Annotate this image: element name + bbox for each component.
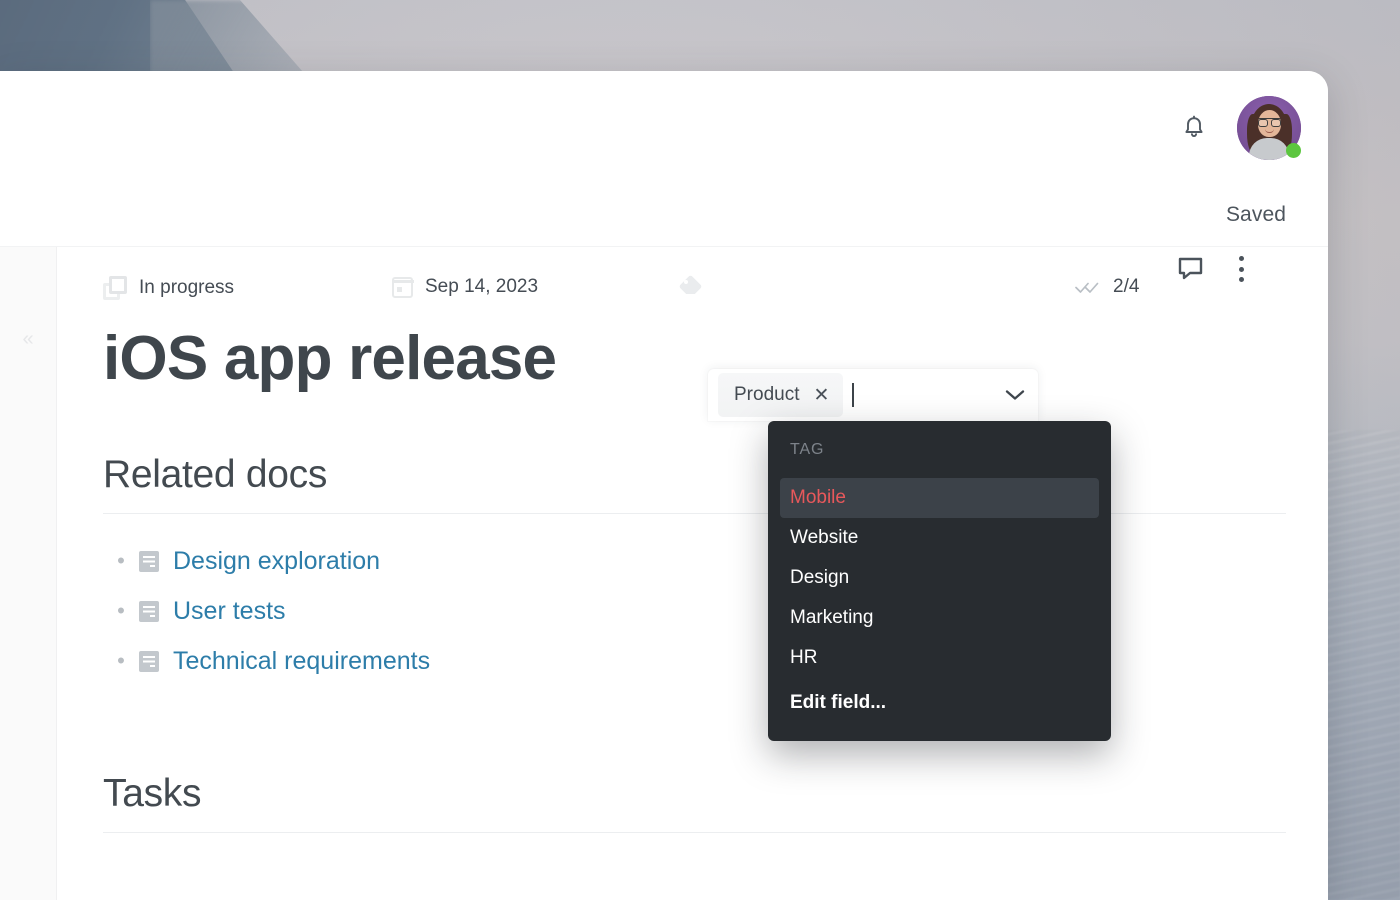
section-heading-tasks: Tasks <box>103 772 1286 833</box>
tag-chip-product[interactable]: Product ✕ <box>718 373 843 417</box>
status-badge <box>1286 143 1301 158</box>
saved-status-label: Saved <box>1226 203 1286 227</box>
collapse-sidebar-icon[interactable]: « <box>8 324 48 354</box>
board-status-icon <box>103 276 127 300</box>
comment-icon[interactable] <box>1178 257 1204 281</box>
close-icon[interactable]: ✕ <box>813 386 829 405</box>
meta-date[interactable]: Sep 14, 2023 <box>392 276 538 298</box>
edit-field-button[interactable]: Edit field... <box>780 683 1099 723</box>
tag-dropdown-title: TAG <box>780 441 1099 459</box>
doc-link[interactable]: User tests <box>173 597 286 626</box>
meta-progress[interactable]: 2/4 <box>1075 276 1139 298</box>
meta-status[interactable]: In progress <box>103 276 234 300</box>
topbar-actions <box>1181 96 1301 160</box>
calendar-icon <box>392 277 413 298</box>
double-check-icon <box>1075 277 1101 297</box>
tag-option-hr[interactable]: HR <box>780 638 1099 678</box>
document-content: In progress Sep 14, 2023 2/4 <box>57 248 1328 900</box>
meta-status-label: In progress <box>139 277 234 299</box>
tag-option-design[interactable]: Design <box>780 558 1099 598</box>
tag-option-marketing[interactable]: Marketing <box>780 598 1099 638</box>
bell-icon[interactable] <box>1181 114 1207 142</box>
tag-option-mobile[interactable]: Mobile <box>780 478 1099 518</box>
document-icon <box>139 601 159 622</box>
meta-tag-icon-wrap <box>680 276 704 298</box>
document-icon <box>139 651 159 672</box>
doc-link[interactable]: Design exploration <box>173 547 380 576</box>
document-meta-row: In progress Sep 14, 2023 2/4 <box>103 248 1286 314</box>
bullet-icon: • <box>103 550 139 572</box>
document-actions <box>1178 256 1244 282</box>
page-title: iOS app release <box>103 326 1286 391</box>
doc-link[interactable]: Technical requirements <box>173 647 430 676</box>
app-window: Saved « In progress Sep 14, 2023 <box>0 71 1328 900</box>
more-vertical-icon[interactable] <box>1238 256 1244 282</box>
sidebar-rail: « <box>0 247 57 900</box>
tag-dropdown-menu: TAG Mobile Website Design Marketing HR E… <box>768 421 1111 741</box>
tag-editor: Product ✕ TAG Mobile Website Design Mark… <box>708 369 1038 421</box>
tag-input-field[interactable]: Product ✕ <box>708 369 1038 421</box>
meta-progress-label: 2/4 <box>1113 276 1139 298</box>
document-icon <box>139 551 159 572</box>
meta-date-label: Sep 14, 2023 <box>425 276 538 298</box>
chevron-down-icon[interactable] <box>1004 388 1026 402</box>
tag-icon <box>680 276 704 298</box>
bullet-icon: • <box>103 600 139 622</box>
app-topbar: Saved <box>0 71 1328 247</box>
section-tasks: Tasks <box>103 772 1286 833</box>
tag-option-website[interactable]: Website <box>780 518 1099 558</box>
avatar-glasses <box>1258 118 1281 124</box>
avatar[interactable] <box>1237 96 1301 160</box>
text-cursor <box>852 383 854 407</box>
bullet-icon: • <box>103 650 139 672</box>
tag-chip-label: Product <box>734 384 799 406</box>
